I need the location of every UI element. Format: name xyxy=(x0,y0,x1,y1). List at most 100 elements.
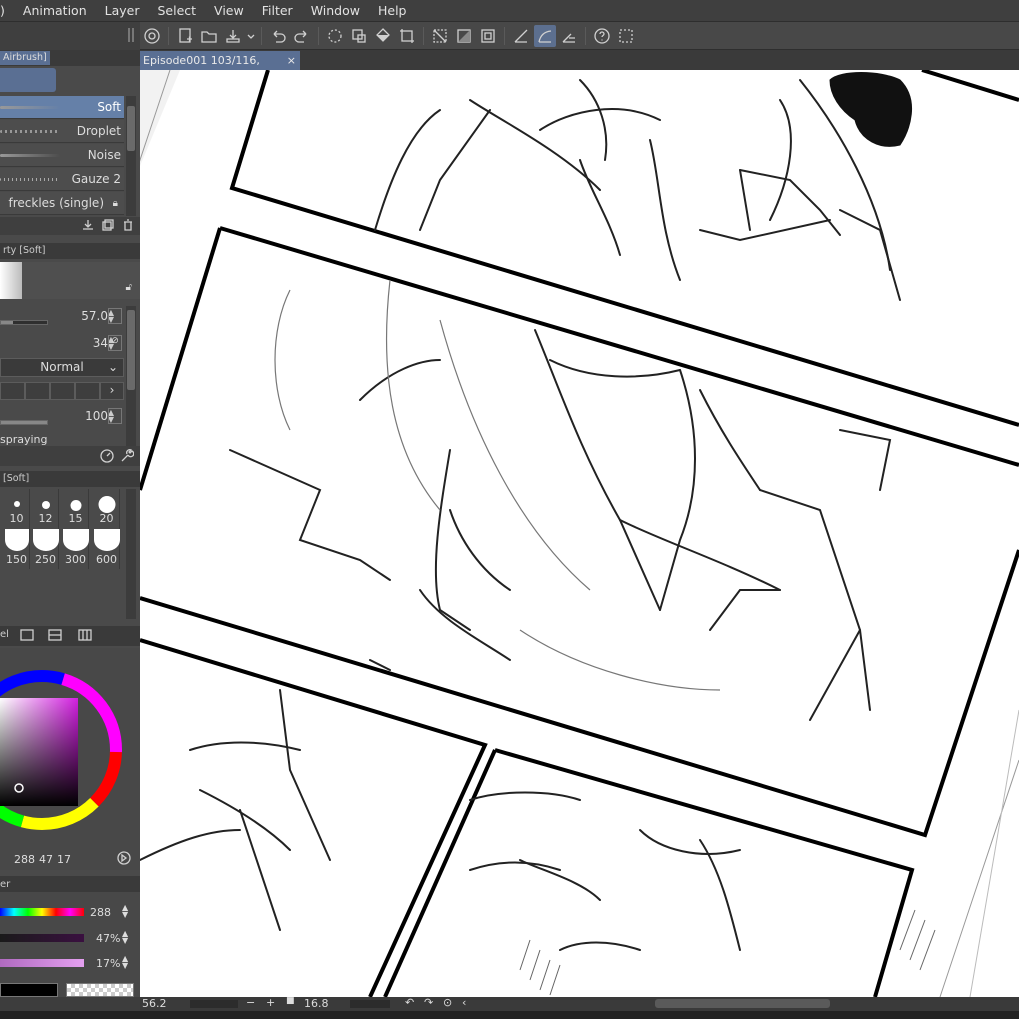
loading-icon[interactable] xyxy=(324,25,346,47)
mode-button[interactable] xyxy=(25,382,50,400)
menu-select[interactable]: Select xyxy=(148,0,205,22)
blend-mode-select[interactable]: Normal ⌄ xyxy=(0,358,124,377)
brush-noise[interactable]: Noise xyxy=(0,144,124,167)
app-logo-icon[interactable] xyxy=(141,25,163,47)
transparent-color-swatch[interactable] xyxy=(66,983,134,997)
mode-button[interactable] xyxy=(0,382,25,400)
rotation-value[interactable]: 16.8 xyxy=(304,997,329,1010)
color-wheel[interactable] xyxy=(0,648,140,870)
density-toggle[interactable] xyxy=(108,408,122,424)
zoom-out-icon[interactable]: − xyxy=(246,996,255,1009)
spin-arrows-icon[interactable]: ▲ ▼ xyxy=(122,930,128,945)
color-slider-tab[interactable]: er xyxy=(0,879,10,890)
chevron-right-icon[interactable]: › xyxy=(100,382,124,400)
special-ruler-snap-icon[interactable] xyxy=(534,24,556,47)
help-icon[interactable] xyxy=(591,25,613,47)
wrench-icon[interactable] xyxy=(120,449,135,466)
value-slider[interactable] xyxy=(0,959,84,967)
menu-view[interactable]: View xyxy=(205,0,253,22)
mode-button[interactable] xyxy=(75,382,100,400)
pressure-toggle[interactable] xyxy=(108,308,122,324)
size-cell[interactable]: 300 xyxy=(62,529,89,569)
density-slider[interactable] xyxy=(0,420,48,425)
opacity-row[interactable]: 34 ▲ ▼ xyxy=(0,333,124,355)
menu-filter[interactable]: Filter xyxy=(253,0,302,22)
menu-window[interactable]: Window xyxy=(302,0,369,22)
zoom-in-icon[interactable]: + xyxy=(266,996,275,1009)
color-history-tab-icon[interactable] xyxy=(78,629,92,644)
spin-arrows-icon[interactable]: ▲ ▼ xyxy=(122,955,128,970)
tool-property-scrollbar[interactable] xyxy=(126,306,136,446)
brush-size-slider[interactable] xyxy=(0,320,48,325)
canvas[interactable] xyxy=(140,70,1019,997)
approx-color-tab-icon[interactable] xyxy=(48,629,62,644)
brush-size-scrollbar[interactable] xyxy=(126,489,136,619)
manga-page[interactable] xyxy=(140,70,1019,997)
lock-icon[interactable]: 🔓︎ xyxy=(126,282,132,293)
menu-help[interactable]: Help xyxy=(369,0,416,22)
horizontal-scroll-thumb[interactable] xyxy=(655,999,830,1008)
new-file-icon[interactable] xyxy=(174,25,196,47)
fit-icon[interactable]: ■ xyxy=(286,996,295,1006)
color-mode-toggle-icon[interactable] xyxy=(116,850,132,869)
subtool-group-chip[interactable] xyxy=(0,68,56,92)
scroll-thumb[interactable] xyxy=(127,310,135,390)
subtool-panel-title[interactable]: Airbrush] xyxy=(0,51,50,65)
document-tab[interactable]: Episode001 103/116, 104/116 × xyxy=(140,51,300,86)
saturation-slider[interactable] xyxy=(0,934,84,942)
save-icon[interactable] xyxy=(222,25,244,47)
trash-icon[interactable] xyxy=(122,219,134,234)
size-cell[interactable]: 150 xyxy=(4,529,30,569)
scroll-left-icon[interactable]: ‹ xyxy=(462,996,466,1009)
size-cell[interactable]: 600 xyxy=(93,529,120,569)
mode-button[interactable] xyxy=(50,382,75,400)
invert-selection-icon[interactable] xyxy=(453,25,475,47)
download-icon[interactable] xyxy=(82,219,94,234)
brush-gauze-2[interactable]: Gauze 2 xyxy=(0,168,124,191)
brush-droplet[interactable]: Droplet xyxy=(0,120,124,143)
opacity-toggle[interactable]: ⊘ xyxy=(108,335,122,351)
settings-dial-icon[interactable] xyxy=(100,449,114,466)
clear-selection-icon[interactable] xyxy=(429,25,451,47)
menu-item-partial[interactable]: ) xyxy=(0,0,14,22)
rotation-slider[interactable] xyxy=(350,1000,390,1008)
grid-snap-icon[interactable] xyxy=(558,25,580,47)
zoom-value[interactable]: 56.2 xyxy=(142,997,167,1010)
fill-icon[interactable] xyxy=(372,25,394,47)
size-cell[interactable]: 20 xyxy=(94,489,120,529)
brush-size-value[interactable]: 57.0 xyxy=(81,309,108,323)
reset-rotation-icon[interactable]: ⊙ xyxy=(443,996,452,1009)
rotate-left-icon[interactable]: ↶ xyxy=(405,996,414,1009)
menu-layer[interactable]: Layer xyxy=(96,0,149,22)
saturation-slider-value[interactable]: 47% xyxy=(96,932,120,945)
spin-arrows-icon[interactable]: ▲ ▼ xyxy=(122,904,128,919)
zoom-slider[interactable] xyxy=(190,1000,238,1008)
menu-animation[interactable]: Animation xyxy=(14,0,96,22)
size-cell[interactable]: 250 xyxy=(32,529,59,569)
size-cell[interactable]: 12 xyxy=(33,489,59,529)
brush-size-row[interactable]: 57.0 ▲ ▼ xyxy=(0,306,124,328)
brush-freckles[interactable]: freckles (single) 🔒︎ xyxy=(0,192,124,215)
main-color-swatch[interactable] xyxy=(0,983,58,997)
ruler-snap-icon[interactable] xyxy=(510,25,532,47)
crop-icon[interactable] xyxy=(396,25,418,47)
chevron-down-icon[interactable] xyxy=(246,25,256,47)
brush-size-panel-title[interactable]: [Soft] xyxy=(0,472,32,486)
quick-access-icon[interactable] xyxy=(615,25,637,47)
opacity-value[interactable]: 34 xyxy=(93,336,108,350)
duplicate-icon[interactable] xyxy=(102,219,114,234)
value-slider-value[interactable]: 17% xyxy=(96,957,120,970)
density-row[interactable]: 100 ▲ ▼ xyxy=(0,406,124,428)
grip-handle[interactable] xyxy=(128,28,134,42)
redo-icon[interactable] xyxy=(291,25,313,47)
selection-border-icon[interactable] xyxy=(477,25,499,47)
hue-slider-value[interactable]: 288 xyxy=(90,906,111,919)
density-value[interactable]: 100 xyxy=(85,409,108,423)
brush-soft[interactable]: Soft xyxy=(0,96,124,119)
undo-icon[interactable] xyxy=(267,25,289,47)
size-cell[interactable]: 15 xyxy=(63,489,89,529)
size-cell[interactable]: 10 xyxy=(4,489,30,529)
close-icon[interactable]: × xyxy=(287,51,296,70)
scroll-thumb[interactable] xyxy=(127,106,135,151)
tool-property-title[interactable]: rty [Soft] xyxy=(0,244,48,258)
